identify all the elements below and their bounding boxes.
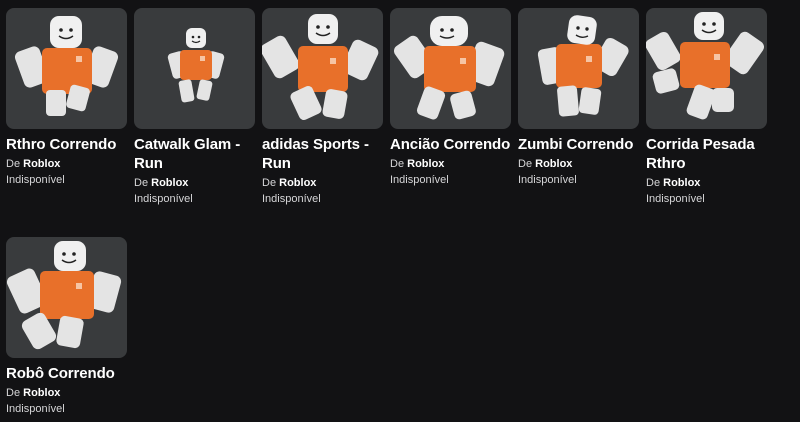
item-status: Indisponível — [518, 174, 577, 186]
creator-link[interactable]: Roblox — [23, 158, 60, 170]
item-title[interactable]: Robô Correndo — [6, 364, 127, 383]
item-status: Indisponível — [646, 193, 705, 205]
creator-prefix: De — [518, 158, 533, 170]
item-status: Indisponível — [262, 193, 321, 205]
avatar-running-image — [167, 28, 225, 103]
item-creator: De Roblox — [646, 176, 767, 190]
item-title[interactable]: Ancião Correndo — [390, 135, 511, 154]
item-creator: De Roblox — [6, 157, 127, 171]
item-title[interactable]: Catwalk Glam - Run — [134, 135, 255, 173]
item-thumbnail[interactable] — [134, 8, 255, 129]
item-creator: De Roblox — [518, 157, 639, 171]
creator-link[interactable]: Roblox — [279, 177, 316, 189]
catalog-item-card[interactable]: Ancião Correndo De Roblox Indisponível — [390, 8, 511, 187]
avatar-running-image — [262, 14, 379, 121]
item-thumbnail[interactable] — [390, 8, 511, 129]
creator-prefix: De — [390, 158, 405, 170]
catalog-item-card[interactable]: Corrida Pesada Rthro De Roblox Indisponí… — [646, 8, 767, 206]
item-creator: De Roblox — [6, 386, 127, 400]
creator-link[interactable]: Roblox — [23, 387, 60, 399]
animation-catalog-grid: Rthro Correndo De Roblox Indisponível Ca… — [0, 0, 800, 422]
creator-link[interactable]: Roblox — [407, 158, 444, 170]
creator-prefix: De — [646, 177, 661, 189]
item-title[interactable]: Rthro Correndo — [6, 135, 127, 154]
catalog-item-card[interactable]: Zumbi Correndo De Roblox Indisponível — [518, 8, 639, 187]
item-status: Indisponível — [6, 403, 65, 415]
item-thumbnail[interactable] — [518, 8, 639, 129]
item-creator: De Roblox — [390, 157, 511, 171]
item-thumbnail[interactable] — [6, 8, 127, 129]
creator-link[interactable]: Roblox — [535, 158, 572, 170]
catalog-item-card[interactable]: Catwalk Glam - Run De Roblox Indisponíve… — [134, 8, 255, 206]
avatar-running-image — [6, 241, 122, 350]
item-thumbnail[interactable] — [262, 8, 383, 129]
item-thumbnail[interactable] — [6, 237, 127, 358]
item-status: Indisponível — [134, 193, 193, 205]
item-creator: De Roblox — [262, 176, 383, 190]
item-status: Indisponível — [390, 174, 449, 186]
item-title[interactable]: Corrida Pesada Rthro — [646, 135, 767, 173]
avatar-running-image — [14, 16, 119, 116]
catalog-item-card[interactable]: Robô Correndo De Roblox Indisponível — [6, 237, 127, 416]
item-thumbnail[interactable] — [646, 8, 767, 129]
item-status: Indisponível — [6, 174, 65, 186]
creator-prefix: De — [6, 158, 21, 170]
item-title[interactable]: adidas Sports - Run — [262, 135, 383, 173]
avatar-running-image — [537, 15, 629, 117]
creator-prefix: De — [262, 177, 277, 189]
item-creator: De Roblox — [134, 176, 255, 190]
avatar-running-image — [393, 16, 505, 120]
creator-prefix: De — [134, 177, 149, 189]
creator-link[interactable]: Roblox — [151, 177, 188, 189]
creator-link[interactable]: Roblox — [663, 177, 700, 189]
catalog-item-card[interactable]: adidas Sports - Run De Roblox Indisponív… — [262, 8, 383, 206]
avatar-running-image — [646, 12, 765, 120]
catalog-item-card[interactable]: Rthro Correndo De Roblox Indisponível — [6, 8, 127, 187]
creator-prefix: De — [6, 387, 21, 399]
item-title[interactable]: Zumbi Correndo — [518, 135, 639, 154]
